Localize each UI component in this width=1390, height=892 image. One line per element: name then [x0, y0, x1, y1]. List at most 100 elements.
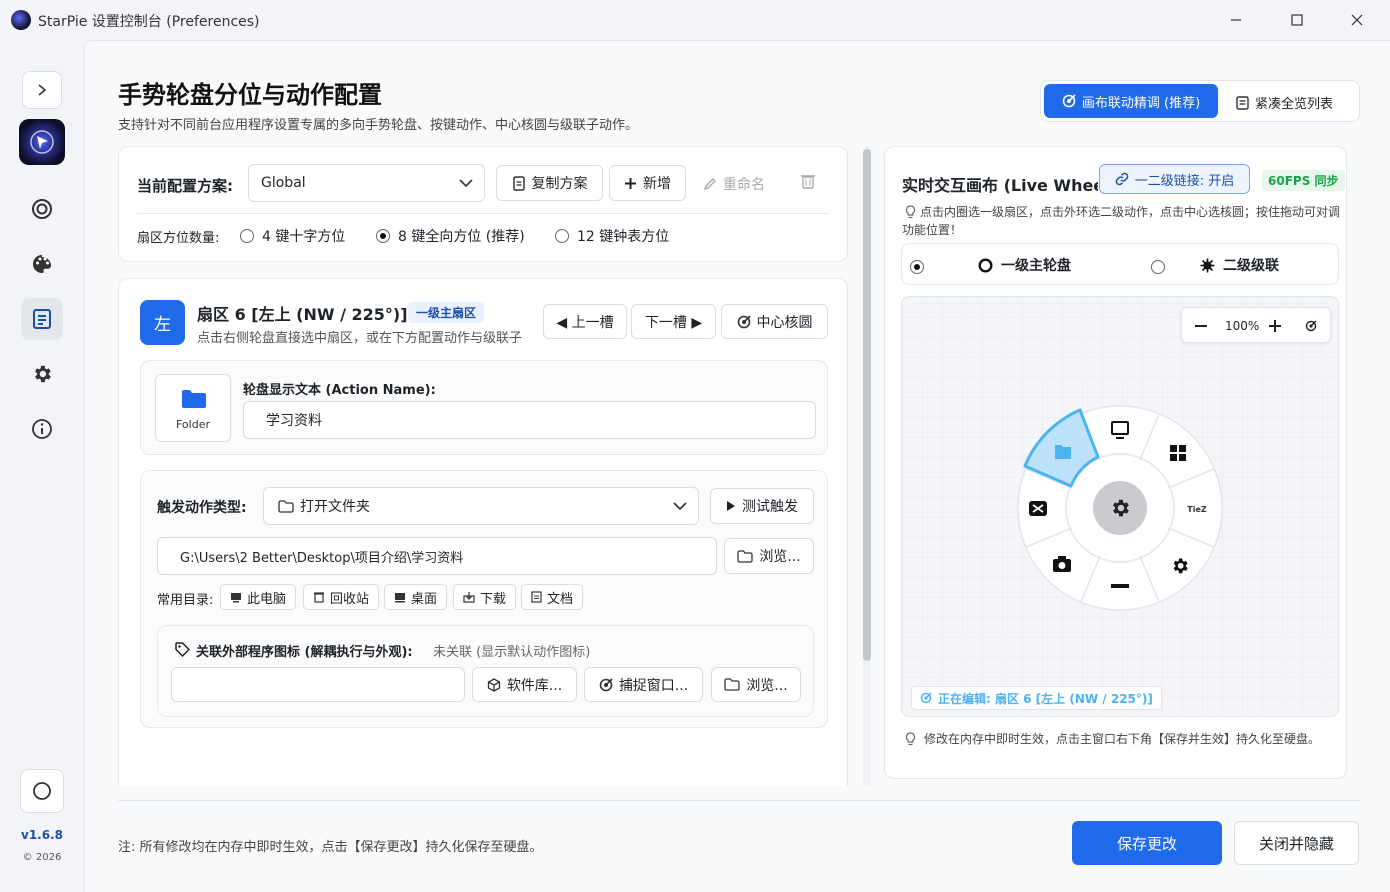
- zoom-level: 100%: [1225, 319, 1260, 333]
- radio-selected-icon[interactable]: [910, 260, 924, 274]
- canvas-footer-note: 修改在内存中即时生效，点击主窗口右下角【保存并生效】持久化至硬盘。: [924, 732, 1321, 746]
- sector-hint: 点击右侧轮盘直接选中扇区，或在下方配置动作与级联子: [197, 331, 523, 346]
- scrollbar-thumb[interactable]: [863, 149, 871, 661]
- software-library-button[interactable]: 软件库...: [472, 667, 577, 702]
- palette-icon: [33, 255, 51, 273]
- tab-compact-list[interactable]: 紧凑全览列表: [1236, 93, 1333, 112]
- target-icon: [32, 199, 52, 219]
- radio-icon[interactable]: [1151, 260, 1166, 274]
- info-icon: [32, 419, 52, 439]
- target-icon: [1062, 94, 1076, 108]
- link-external-card: 关联外部程序图标 (解耦执行与外观): 未关联 (显示默认动作图标) 软件库..…: [157, 625, 814, 717]
- app-avatar-icon[interactable]: [19, 119, 65, 165]
- maximize-button[interactable]: [1287, 10, 1307, 30]
- footer-divider: [118, 800, 1359, 801]
- desktop-icon: [395, 592, 405, 602]
- canvas-hint: 点击内圈选一级扇区，点击外环选二级动作，点击中心选核圆；按住拖动可对调功能位置！: [902, 205, 1341, 237]
- page-title: 手势轮盘分位与动作配置: [118, 81, 382, 109]
- footer-note: 注: 所有修改均在内存中即时生效，点击【保存更改】持久化保存至硬盘。: [118, 840, 543, 855]
- zoom-out-icon[interactable]: [1195, 324, 1207, 328]
- divider: [137, 213, 829, 214]
- browse-program-button[interactable]: 浏览...: [711, 667, 801, 702]
- sector-minus-icon: [1111, 584, 1129, 588]
- close-window-button[interactable]: [1347, 10, 1367, 30]
- sidebar-item-theme[interactable]: [21, 243, 63, 285]
- list-icon: [1236, 95, 1249, 110]
- link-toggle-badge[interactable]: 一二级链接: 开启: [1099, 164, 1250, 194]
- sector-icon-picker[interactable]: Folder: [155, 374, 231, 442]
- dir-chip-desktop[interactable]: 桌面: [384, 584, 448, 610]
- dir-chip-computer[interactable]: 此电脑: [220, 584, 297, 610]
- target-icon: [737, 314, 751, 328]
- monitor-icon: [231, 592, 241, 602]
- common-dirs-label: 常用目录:: [157, 593, 214, 608]
- sector-option-12[interactable]: 12 键钟表方位: [555, 226, 669, 246]
- sector-option-8[interactable]: 8 键全向方位 (推荐): [376, 226, 525, 246]
- sidebar-item-wheel[interactable]: [21, 188, 63, 230]
- profile-label: 当前配置方案:: [137, 177, 233, 195]
- expand-sidebar-button[interactable]: [22, 71, 62, 109]
- copy-profile-button[interactable]: 复制方案: [496, 165, 603, 201]
- sector-count-label: 扇区方位数量:: [137, 231, 220, 246]
- minimize-button[interactable]: [1226, 10, 1246, 30]
- sector-capcut-icon: [1029, 501, 1047, 516]
- close-hide-button[interactable]: 关闭并隐藏: [1234, 821, 1359, 865]
- gesture-wheel[interactable]: TieZ: [1002, 392, 1242, 632]
- action-type-label: 触发动作类型:: [157, 500, 247, 516]
- tab-canvas-tuning[interactable]: 画布联动精调 (推荐): [1044, 84, 1218, 118]
- next-slot-button[interactable]: 下一槽 ▶: [631, 304, 716, 339]
- view-tabs: 画布联动精调 (推荐) 紧凑全览列表: [1040, 80, 1360, 122]
- dir-chip-recycle[interactable]: 回收站: [303, 584, 380, 610]
- ring-icon: [978, 257, 993, 273]
- circle-icon: [33, 782, 51, 800]
- copy-document-icon: [512, 175, 525, 191]
- dir-chip-downloads[interactable]: 下载: [453, 584, 517, 610]
- window-title: StarPie 设置控制台 (Preferences): [38, 14, 260, 30]
- capture-window-button[interactable]: 捕捉窗口...: [584, 667, 703, 702]
- sidebar-item-actions[interactable]: [21, 298, 63, 340]
- test-trigger-button[interactable]: 测试触发: [710, 488, 814, 524]
- chevron-down-icon: [673, 502, 687, 511]
- target-icon: [599, 677, 613, 691]
- center-core-button[interactable]: 中心核圆: [721, 304, 828, 339]
- scrollbar-track[interactable]: [863, 146, 871, 786]
- sector-option-4[interactable]: 4 键十字方位: [240, 226, 345, 246]
- zoom-in-icon[interactable]: [1269, 320, 1281, 332]
- sidebar-item-about[interactable]: [21, 408, 63, 450]
- external-program-input[interactable]: [171, 667, 465, 702]
- editing-indicator: 正在编辑: 扇区 6 [左上 (NW / 225°)]: [911, 686, 1162, 710]
- app-logo-icon: [11, 10, 31, 30]
- level-option-primary[interactable]: 一级主轮盘: [978, 255, 1071, 275]
- path-input[interactable]: G:\Users\2 Better\Desktop\项目介绍\学习资料: [157, 537, 717, 575]
- sidebar-item-settings[interactable]: [21, 353, 63, 395]
- target-icon: [920, 692, 932, 704]
- sector-level-tag: 一级主扇区: [408, 302, 485, 323]
- wheel-center-core[interactable]: [1093, 481, 1147, 535]
- prev-slot-button[interactable]: ◀ 上一槽: [543, 304, 627, 339]
- link-external-label: 关联外部程序图标 (解耦执行与外观):: [196, 645, 413, 660]
- theme-toggle-button[interactable]: [20, 769, 64, 813]
- action-name-input[interactable]: 学习资料: [243, 401, 816, 439]
- copyright-label: © 2026: [22, 852, 62, 863]
- save-changes-button[interactable]: 保存更改: [1072, 821, 1222, 865]
- sidebar: v1.6.8 © 2026: [0, 40, 84, 892]
- folder-outline-icon: [737, 549, 753, 563]
- rename-profile-button[interactable]: 重命名: [703, 174, 765, 194]
- main-panel: 手势轮盘分位与动作配置 支持针对不同前台应用程序设置专属的多向手势轮盘、按键动作…: [84, 40, 1390, 892]
- profile-select[interactable]: Global: [248, 164, 485, 202]
- link-icon: [1115, 172, 1129, 186]
- wheel-canvas[interactable]: 100% TieZ 正在编辑: 扇区 6 [左上 (NW / 225°)]: [901, 296, 1339, 717]
- recenter-icon[interactable]: [1305, 320, 1317, 332]
- action-name-card: Folder 轮盘显示文本 (Action Name): 学习资料: [140, 360, 828, 455]
- level-option-secondary[interactable]: 二级级联: [1200, 255, 1279, 275]
- delete-profile-button[interactable]: [800, 173, 816, 193]
- new-profile-button[interactable]: 新增: [609, 165, 686, 201]
- radio-icon: [555, 229, 569, 243]
- plus-icon: [625, 177, 636, 189]
- gear-icon: [35, 365, 51, 383]
- browse-path-button[interactable]: 浏览...: [724, 538, 814, 574]
- tag-icon: [175, 642, 190, 657]
- dir-chip-documents[interactable]: 文档: [521, 584, 584, 610]
- icon-caption: Folder: [176, 418, 210, 431]
- action-type-select[interactable]: 打开文件夹: [263, 487, 699, 525]
